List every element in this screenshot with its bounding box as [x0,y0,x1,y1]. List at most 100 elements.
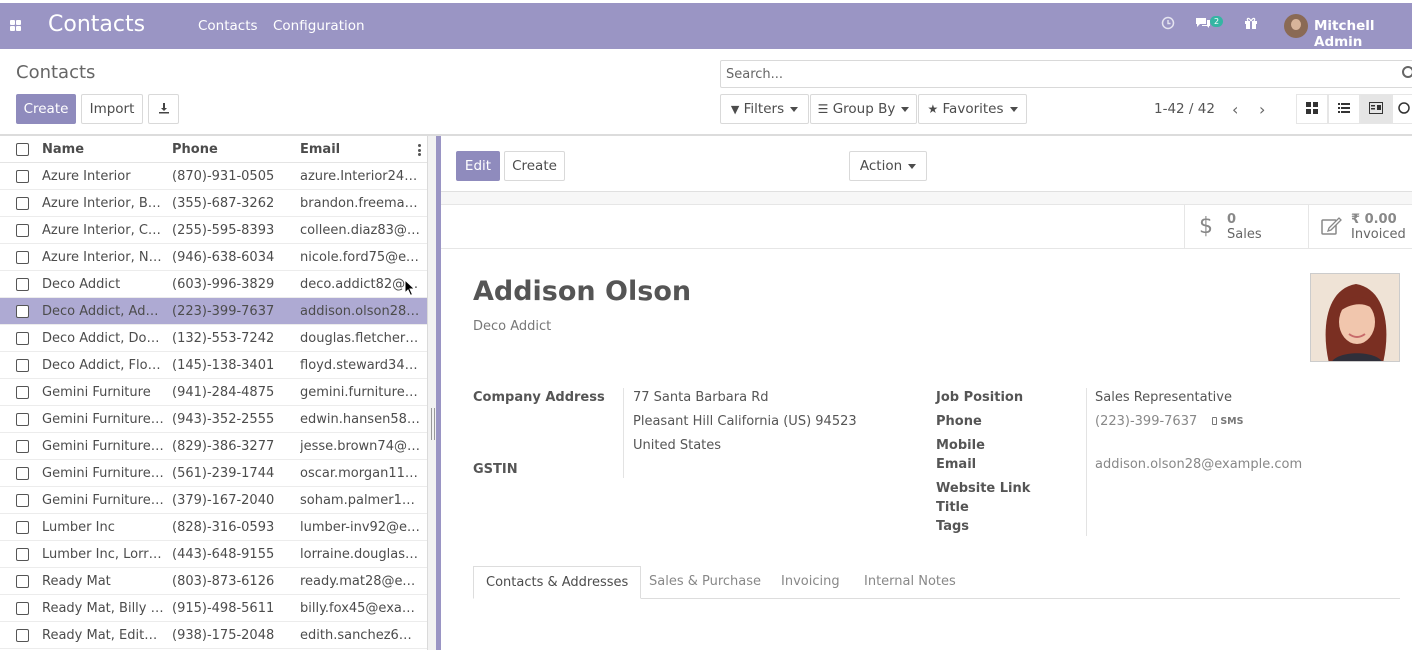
search-box[interactable] [720,60,1412,88]
activity-view-icon[interactable] [1392,94,1412,124]
row-checkbox[interactable] [16,548,29,561]
group-by-button[interactable]: ☰ Group By [810,94,917,124]
favorites-button[interactable]: ★ Favorites [918,94,1027,124]
contact-photo[interactable] [1310,273,1400,362]
list-header: Name Phone Email [0,136,427,163]
table-row[interactable]: Gemini Furniture (941)-284-4875 gemini.fur… [0,379,427,406]
row-checkbox[interactable] [16,575,29,588]
row-checkbox[interactable] [16,521,29,534]
row-checkbox[interactable] [16,629,29,642]
title-label: Title [936,500,969,515]
import-button[interactable]: Import [81,94,143,124]
row-checkbox[interactable] [16,332,29,345]
row-checkbox[interactable] [16,440,29,453]
table-row[interactable]: Deco Addict, Douglas Fletcher (132)-553-7… [0,325,427,352]
form-toolbar: Edit Create Action [441,136,1412,192]
row-name: Azure Interior, Nicole Ford [42,250,164,265]
menu-contacts[interactable]: Contacts [198,18,258,34]
phone-value[interactable]: (223)-399-7637 [1095,414,1197,429]
create-button[interactable]: Create [16,94,76,124]
row-checkbox[interactable] [16,278,29,291]
table-row[interactable]: Azure Interior, Nicole Ford (946)-638-603… [0,244,427,271]
table-row[interactable]: Deco Addict (603)-996-3829 deco.addict82@e… [0,271,427,298]
tab-contacts-addresses[interactable]: Contacts & Addresses [473,566,642,599]
activity-clock-icon[interactable] [1161,16,1175,34]
edit-button[interactable]: Edit [456,151,500,181]
table-row[interactable]: Deco Addict, Floyd Steward (145)-138-3401… [0,352,427,379]
user-avatar[interactable] [1284,14,1308,38]
select-all-checkbox[interactable] [16,143,29,156]
row-name: Gemini Furniture, Oscar Morgan [42,466,164,481]
table-row[interactable]: Lumber Inc (828)-316-0593 lumber-inv92@exa… [0,514,427,541]
row-checkbox[interactable] [16,386,29,399]
filters-button[interactable]: ▼ Filters [720,94,809,124]
list-view-icon[interactable] [1328,94,1360,124]
table-row[interactable]: Gemini Furniture, Oscar Morgan (561)-239-… [0,460,427,487]
table-row[interactable]: Ready Mat (803)-873-6126 ready.mat28@examp… [0,568,427,595]
row-email: floyd.steward34@example.com [300,358,420,373]
field-divider [623,388,624,478]
optional-columns-icon[interactable] [418,144,421,156]
split-view-icon[interactable] [1360,94,1392,124]
contact-photo-image [1311,274,1399,361]
sms-link[interactable]: SMS [1212,416,1243,427]
table-row[interactable]: Ready Mat, Billy Fox (915)-498-5611 billy.… [0,595,427,622]
apps-menu-icon[interactable] [10,20,22,32]
pager-previous-icon[interactable]: ‹ [1232,100,1238,119]
row-checkbox[interactable] [16,413,29,426]
splitter-grip[interactable] [434,408,435,440]
contact-company[interactable]: Deco Addict [473,319,551,334]
user-name[interactable]: Mitchell Admin [1314,18,1412,50]
table-row[interactable]: Deco Addict, Addison Olson (223)-399-7637… [0,298,427,325]
row-phone: (938)-175-2048 [172,628,275,643]
row-checkbox[interactable] [16,494,29,507]
discuss-chat-icon[interactable] [1195,16,1211,34]
column-phone[interactable]: Phone [172,142,218,157]
row-checkbox[interactable] [16,170,29,183]
table-row[interactable]: Azure Interior, Colleen Diaz (255)-595-83… [0,217,427,244]
pane-splitter[interactable] [427,136,441,650]
invoiced-stat-button[interactable]: ₹ 0.00 Invoiced [1308,204,1412,249]
row-checkbox[interactable] [16,602,29,615]
tab-invoicing[interactable]: Invoicing [781,566,840,599]
chat-badge: 2 [1210,16,1224,27]
kanban-view-icon[interactable] [1296,94,1328,124]
contacts-list: Name Phone Email Azure Interior (870)-931… [0,136,427,650]
table-row[interactable]: Gemini Furniture, Soham Palmer (379)-167-… [0,487,427,514]
menu-configuration[interactable]: Configuration [273,18,365,34]
row-checkbox[interactable] [16,467,29,480]
action-button[interactable]: Action [849,151,927,181]
search-clear-icon[interactable] [1402,66,1412,78]
pager-value[interactable]: 1-42 / 42 [1154,101,1215,117]
table-row[interactable]: Azure Interior (870)-931-0505 azure.Interi… [0,163,427,190]
row-email: nicole.ford75@example.com [300,250,420,265]
tab-internal-notes[interactable]: Internal Notes [864,566,956,599]
download-icon[interactable] [148,94,179,124]
search-input[interactable] [721,61,1412,87]
sales-stat-button[interactable]: $ 0 Sales [1184,204,1308,249]
row-checkbox[interactable] [16,359,29,372]
table-row[interactable]: Gemini Furniture, Jesse Brown (829)-386-3… [0,433,427,460]
row-phone: (443)-648-9155 [172,547,275,562]
table-row[interactable]: Ready Mat, Edith Sanchez (938)-175-2048 ed… [0,622,427,649]
app-title[interactable]: Contacts [48,12,145,37]
tab-sales-purchase[interactable]: Sales & Purchase [649,566,761,599]
row-checkbox[interactable] [16,224,29,237]
table-row[interactable]: Lumber Inc, Lorraine Douglas (443)-648-91… [0,541,427,568]
column-email[interactable]: Email [300,142,420,157]
pager-next-icon[interactable]: › [1259,100,1265,119]
table-row[interactable]: Azure Interior, Brandon Freeman (355)-687… [0,190,427,217]
column-name[interactable]: Name [42,142,164,157]
row-checkbox[interactable] [16,197,29,210]
form-create-button[interactable]: Create [504,151,565,181]
row-email: colleen.diaz83@example.com [300,223,420,238]
splitter-grip[interactable] [431,408,432,440]
table-row[interactable]: Gemini Furniture, Edwin Hansen (943)-352-… [0,406,427,433]
group-by-label: Group By [832,101,896,117]
email-value[interactable]: addison.olson28@example.com [1095,457,1302,472]
gift-icon[interactable] [1244,16,1258,34]
row-checkbox[interactable] [16,305,29,318]
filters-label: Filters [743,101,785,117]
invoiced-amount: ₹ 0.00 [1351,212,1397,227]
row-checkbox[interactable] [16,251,29,264]
